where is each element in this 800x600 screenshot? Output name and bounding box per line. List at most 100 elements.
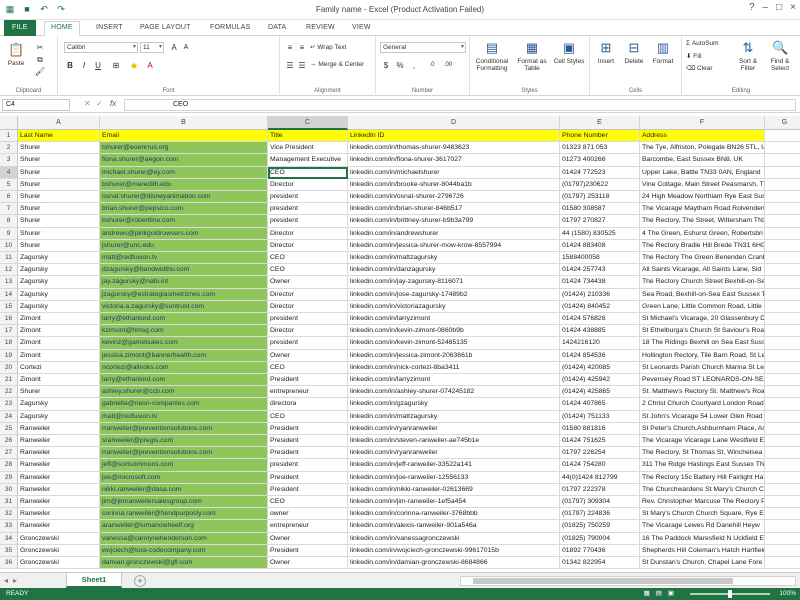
row-header[interactable]: 7 [0, 203, 18, 216]
row-header[interactable]: 35 [0, 544, 18, 557]
cell-d33[interactable]: linkedin.com/in/alexis-ranweiler-901a546… [348, 520, 560, 533]
delete-button[interactable]: ⊟ Delete [620, 40, 648, 65]
cell-a8[interactable]: Shurer [18, 215, 100, 228]
cell-a15[interactable]: Zagursky [18, 300, 100, 313]
cell-e26[interactable]: 01424 751625 [560, 435, 640, 448]
align-left-icon[interactable]: ☰ [284, 60, 296, 71]
zoom-slider[interactable] [690, 590, 770, 598]
cell-e6[interactable]: (01797) 253118 [560, 191, 640, 204]
insert-function-icon[interactable]: fx [110, 99, 116, 108]
cell-e7[interactable]: 01580 308587 [560, 203, 640, 216]
cell-f31[interactable]: Rev. Christopher Marcuse The Rectory P [640, 496, 765, 509]
cell-a32[interactable]: Ranweiler [18, 508, 100, 521]
cell-d22[interactable]: linkedin.com/in/ashley-shurer-074245182 [348, 386, 560, 399]
cell-a22[interactable]: Shurer [18, 386, 100, 399]
cell-a9[interactable]: Shurer [18, 227, 100, 240]
scroll-thumb[interactable] [473, 578, 733, 584]
clear-button[interactable]: ⌫ Clear [686, 64, 713, 72]
cell-c36[interactable]: Owner [268, 557, 348, 570]
cell-b27[interactable]: rranweiler@preventionsolutions.com [100, 447, 268, 460]
cell-d23[interactable]: linkedin.com/in/gzagursky [348, 398, 560, 411]
cell-b17[interactable]: kzimont@hmsg.com [100, 325, 268, 338]
cell-e12[interactable]: 01424 257743 [560, 264, 640, 277]
cell-e8[interactable]: 01797 270827 [560, 215, 640, 228]
cell-g18[interactable] [765, 337, 800, 350]
cell-c16[interactable]: president [268, 313, 348, 326]
cell-b29[interactable]: joe@microsoft.com [100, 471, 268, 484]
format-painter-icon[interactable]: 🖌 [34, 66, 46, 77]
cell-d10[interactable]: linkedin.com/in/jessica-shurer-mow-krow-… [348, 239, 560, 252]
column-header[interactable]: D [348, 116, 560, 130]
cell-c15[interactable]: Director [268, 300, 348, 313]
wrap-text-button[interactable]: ↵ Wrap Text [310, 43, 346, 51]
cell-b6[interactable]: osnat.shurer@disneyanimation.com [100, 191, 268, 204]
column-header[interactable]: B [100, 116, 268, 130]
cell-g34[interactable] [765, 533, 800, 545]
align-top-icon[interactable]: ≡ [284, 42, 296, 53]
cell-f21[interactable]: Pevensey Road ST LEONARDS-ON-SEA [640, 374, 765, 387]
cell-b35[interactable]: wojciech@tora-codecompany.com [100, 544, 268, 557]
cell-b25[interactable]: rranweiler@preventionsolutions.com [100, 422, 268, 435]
maximize-icon[interactable]: □ [776, 2, 782, 13]
row-header[interactable]: 27 [0, 447, 18, 460]
row-header[interactable]: 28 [0, 459, 18, 472]
tab-formulas[interactable]: FORMULAS [204, 22, 257, 33]
cell-c32[interactable]: owner [268, 508, 348, 521]
row-header[interactable]: 2 [0, 142, 18, 155]
cell-f22[interactable]: St. Matthew's Rectory St. Matthew's Roa [640, 386, 765, 399]
cell-f18[interactable]: 18 The Ridings Bexhill on Sea East Suss [640, 337, 765, 350]
cell-g29[interactable] [765, 472, 800, 484]
cell-b26[interactable]: sranweiler@pregis.com [100, 435, 268, 448]
cell-d16[interactable]: linkedin.com/in/larryzimont [348, 313, 560, 326]
cell-f26[interactable]: The Vicarage Vicarage Lane Westfield E [640, 435, 765, 448]
cell-d2[interactable]: linkedin.com/in/thomas-shurer-9483623 [348, 142, 560, 155]
cell-f4[interactable]: Upper Lake, Battle TN33 0AN, England [640, 166, 765, 179]
cell-c27[interactable]: President [268, 447, 348, 460]
row-header[interactable]: 33 [0, 520, 18, 533]
cell-f8[interactable]: The Rectory, The Street, Wittersham TN3 [640, 215, 765, 228]
cell-e17[interactable]: 01424 438885 [560, 325, 640, 338]
cell-f20[interactable]: St Leonards Parish Church Marina St Le [640, 361, 765, 374]
cell-g20[interactable] [765, 362, 800, 374]
zoom-level[interactable]: 100% [779, 588, 796, 600]
copy-icon[interactable]: ⧉ [34, 54, 46, 65]
row-header[interactable]: 6 [0, 191, 18, 204]
cell-f12[interactable]: All Saints Vicarage, All Saints Lane, Si… [640, 264, 765, 277]
cell-c12[interactable]: CEO [268, 264, 348, 277]
cell-b28[interactable]: jeff@sortsommons.com [100, 459, 268, 472]
borders-icon[interactable]: ⊞ [110, 60, 122, 71]
column-header[interactable]: F [640, 116, 765, 130]
cell-d8[interactable]: linkedin.com/in/brittney-shurer-b9b3a799 [348, 215, 560, 228]
cell-g11[interactable] [765, 252, 800, 265]
cell-f11[interactable]: The Rectory The Green Benenden Cranb [640, 252, 765, 265]
cell-a17[interactable]: Zimont [18, 325, 100, 338]
cell-a6[interactable]: Shurer [18, 191, 100, 204]
row-header[interactable]: 18 [0, 337, 18, 350]
cell-g9[interactable] [765, 228, 800, 240]
row-header[interactable]: 32 [0, 508, 18, 521]
cell-a2[interactable]: Shurer [18, 142, 100, 155]
cell-c25[interactable]: President [268, 422, 348, 435]
cell-e31[interactable]: (01797) 309304 [560, 496, 640, 509]
cell-e14[interactable]: (01424) 210336 [560, 288, 640, 301]
cell-g1[interactable] [765, 130, 800, 143]
cell-b19[interactable]: jessica.zimont@bannerhealth.com [100, 349, 268, 362]
cell-e23[interactable]: 01424 407865 [560, 398, 640, 411]
select-all-corner[interactable] [0, 116, 18, 130]
tab-view[interactable]: VIEW [346, 22, 377, 33]
cell-c21[interactable]: President [268, 374, 348, 387]
cell-c14[interactable]: Director [268, 288, 348, 301]
cell-a7[interactable]: Shurer [18, 203, 100, 216]
cell-c5[interactable]: Director [268, 178, 348, 191]
cell-b5[interactable]: bshurer@meredith.edu [100, 178, 268, 191]
cell-d36[interactable]: linkedin.com/in/damian-gronczewski-86848… [348, 557, 560, 570]
cell-c28[interactable]: president [268, 459, 348, 472]
cell-a36[interactable]: Gronczewski [18, 557, 100, 570]
cell-e10[interactable]: 01424 883408 [560, 239, 640, 252]
cell-b34[interactable]: vanessa@carolynehenderson.com [100, 532, 268, 545]
cell-d35[interactable]: linkedin.com/in/wojciech-gronczewski-996… [348, 544, 560, 557]
cell-f23[interactable]: 2 Christ Church Courtyard London Road S [640, 398, 765, 411]
cell-a18[interactable]: Zimont [18, 337, 100, 350]
cell-a14[interactable]: Zagursky [18, 288, 100, 301]
cell-e2[interactable]: 01323 871 053 [560, 142, 640, 155]
